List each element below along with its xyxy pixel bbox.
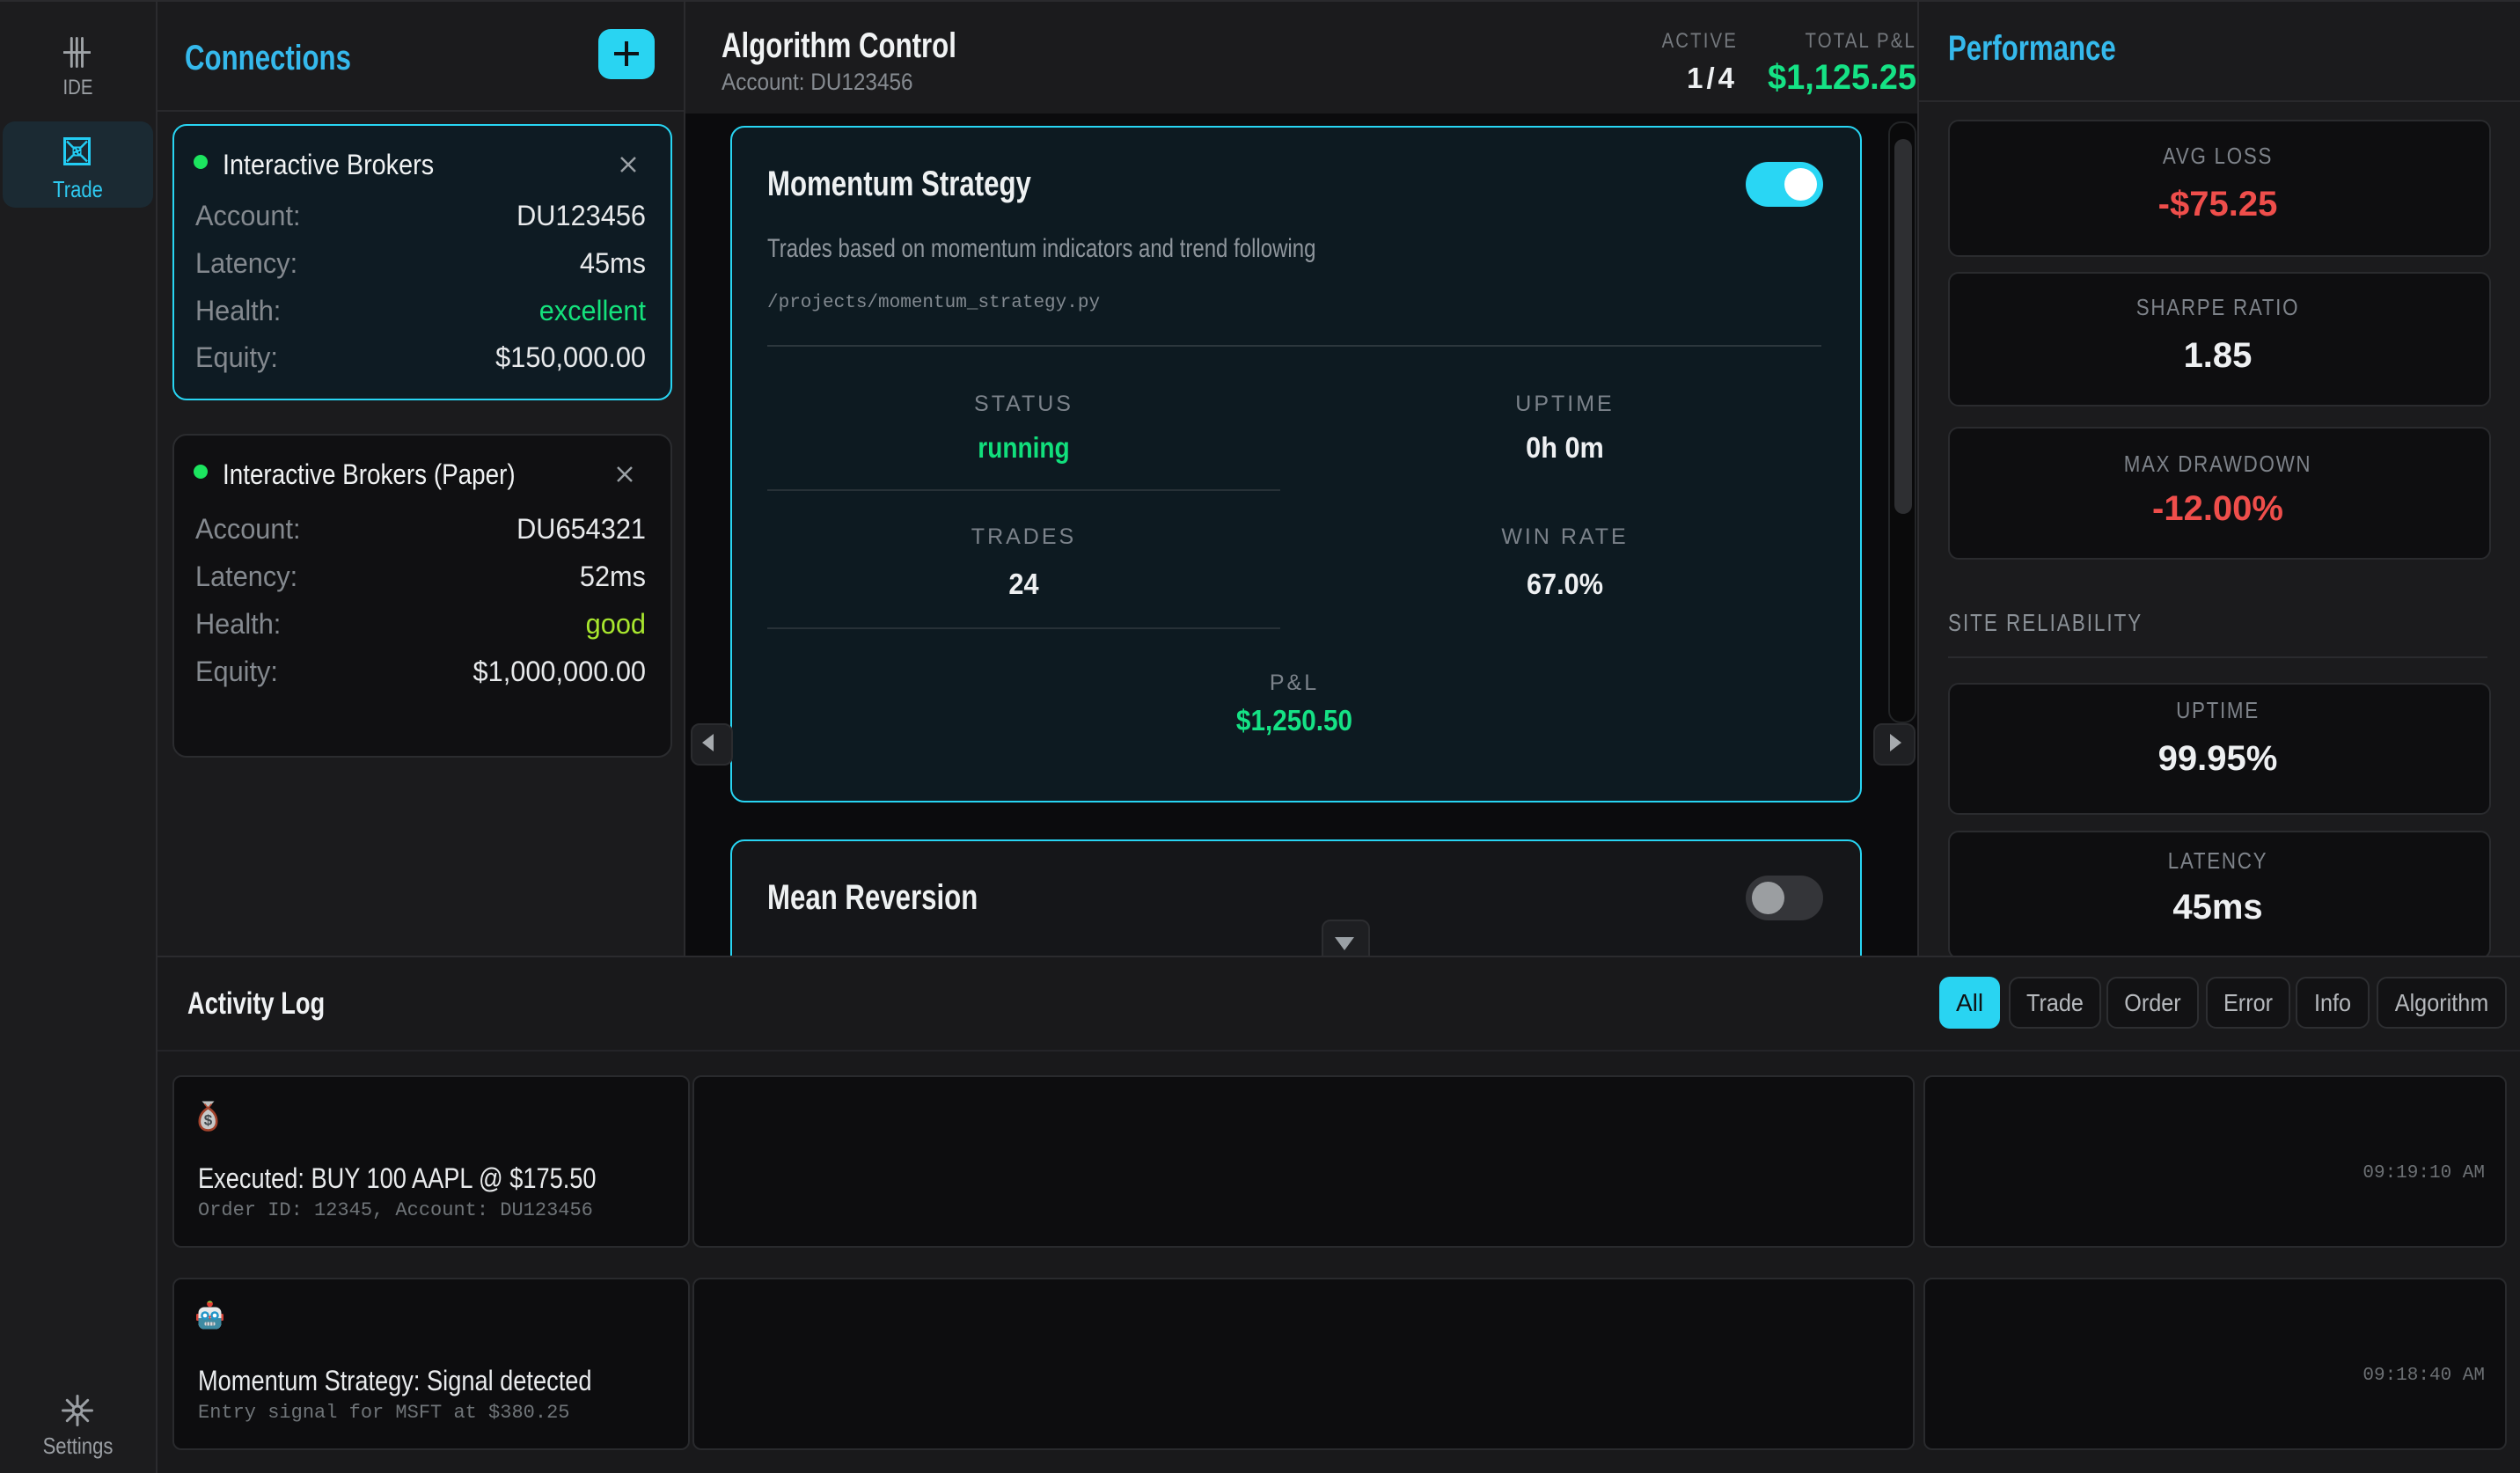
svg-text:$: $ — [204, 1112, 213, 1129]
